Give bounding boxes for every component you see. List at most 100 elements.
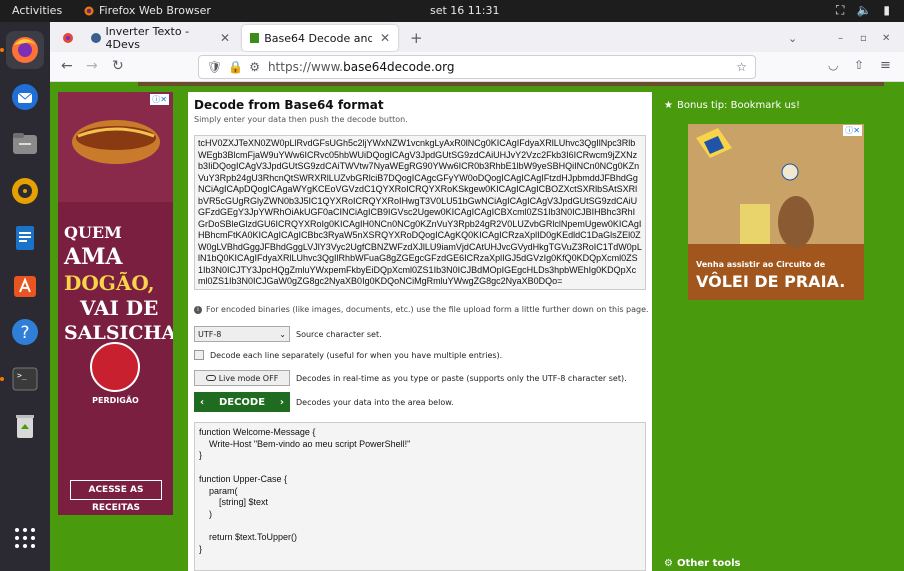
left-ad[interactable]: ⓘ✕ QUEM AMA DOGÃO, VAI DE SALSICHA PERDI…: [58, 92, 173, 515]
trash-icon: [16, 415, 34, 438]
minimize-icon[interactable]: –: [830, 25, 851, 51]
ad-line: VAI DE: [80, 296, 159, 320]
ad-right-line2: VÔLEI DE PRAIA.: [696, 272, 846, 291]
decode-row: ‹ DECODE › Decodes your data into the ar…: [194, 392, 454, 412]
bookmark-star-icon[interactable]: ☆: [736, 60, 747, 74]
charset-value: UTF-8: [198, 329, 222, 339]
perdigao-logo: [90, 342, 140, 392]
extensions-icon[interactable]: ⇧: [854, 58, 864, 72]
binary-note: i For encoded binaries (like images, doc…: [194, 305, 649, 314]
app-name: Firefox Web Browser: [99, 4, 211, 17]
globe-icon: [91, 33, 101, 43]
ad-line: AMA: [64, 244, 123, 270]
dock-help[interactable]: ?: [6, 313, 44, 351]
app-store-icon: [14, 276, 36, 297]
chevron-right-icon: ›: [279, 396, 284, 408]
dock: ? >_: [0, 22, 50, 571]
close-tab-icon[interactable]: ✕: [380, 31, 390, 45]
dock-software[interactable]: [6, 266, 44, 304]
tab-inverter-texto[interactable]: Inverter Texto - 4Devs ✕: [82, 25, 238, 51]
menu-icon[interactable]: ≡: [880, 58, 891, 73]
forward-icon[interactable]: →: [86, 58, 98, 74]
firefox-view-button[interactable]: [54, 25, 82, 51]
reload-icon[interactable]: ↻: [112, 58, 124, 74]
base64-input[interactable]: tcHV0ZXJTeXN0ZW0pLlRvdGFsUGh5c2ljYWxNZW1…: [194, 135, 646, 290]
running-indicator: [0, 377, 4, 381]
maximize-icon[interactable]: ▫: [852, 25, 875, 51]
url-domain: base64decode.org: [343, 60, 455, 74]
ad-brand: PERDIGÃO: [92, 396, 139, 405]
permissions-icon[interactable]: ⚙: [249, 60, 260, 74]
app-menu[interactable]: Firefox Web Browser: [84, 4, 211, 17]
ad-cta-button[interactable]: ACESSE AS RECEITAS: [70, 480, 162, 513]
dock-rhythmbox[interactable]: [6, 172, 44, 210]
tab-base64[interactable]: Base64 Decode and Enco ✕: [242, 25, 398, 51]
charset-select[interactable]: UTF-8 ⌄: [194, 326, 290, 342]
music-icon: [12, 178, 38, 204]
other-tools-label: Other tools: [676, 558, 741, 569]
terminal-icon: >_: [12, 367, 38, 391]
back-icon[interactable]: ←: [61, 58, 73, 74]
live-mode-label: Live mode OFF: [218, 373, 279, 383]
lock-icon[interactable]: 🔒: [228, 60, 243, 74]
chevron-down-icon: ⌄: [279, 329, 286, 339]
ad-line: DOGÃO,: [64, 271, 155, 295]
dock-writer[interactable]: [6, 219, 44, 257]
each-line-checkbox[interactable]: [194, 350, 204, 360]
tab-label: Inverter Texto - 4Devs: [105, 25, 190, 51]
hotdog-image: [72, 120, 160, 164]
svg-text:>_: >_: [17, 371, 27, 380]
ad-right-line1: Venha assistir ao Circuito de: [696, 260, 826, 269]
main-content: Decode from Base64 format Simply enter y…: [188, 92, 652, 571]
charset-label: Source character set.: [296, 329, 382, 339]
dock-trash[interactable]: [6, 407, 44, 445]
clock[interactable]: set 16 11:31: [430, 4, 500, 17]
live-mode-toggle[interactable]: Live mode OFF: [194, 370, 290, 386]
thunderbird-icon: [12, 84, 38, 110]
other-tools-heading[interactable]: ⚙ Other tools: [664, 558, 740, 569]
live-mode-row: Live mode OFF Decodes in real-time as yo…: [194, 370, 627, 386]
star-icon: ★: [664, 100, 673, 111]
firefox-icon: [84, 6, 94, 15]
ad-left-text: QUEM AMA DOGÃO, VAI DE SALSICHA: [64, 220, 173, 346]
url-prefix: https://www.: [267, 60, 344, 74]
firefox-window: Inverter Texto - 4Devs ✕ Base64 Decode a…: [50, 22, 904, 571]
grid-icon: [15, 528, 35, 548]
pocket-icon[interactable]: ◡: [828, 58, 838, 72]
activities-button[interactable]: Activities: [12, 4, 62, 17]
base64-favicon-icon: [250, 33, 260, 43]
svg-text:?: ?: [20, 323, 29, 343]
chevron-left-icon: ‹: [200, 396, 205, 408]
list-all-tabs-icon[interactable]: ⌄: [780, 25, 805, 51]
dock-thunderbird[interactable]: [6, 78, 44, 116]
decode-button[interactable]: ‹ DECODE ›: [194, 392, 290, 412]
decoded-output[interactable]: function Welcome-Message { Write-Host "B…: [194, 422, 646, 571]
each-line-row: Decode each line separately (useful for …: [194, 350, 502, 360]
running-indicator: [0, 48, 4, 52]
info-icon: i: [194, 305, 202, 314]
close-window-icon[interactable]: ✕: [874, 25, 898, 51]
ad-choices-icon[interactable]: ⓘ✕: [150, 94, 169, 105]
shield-icon[interactable]: 🛡: [207, 60, 222, 74]
dock-terminal[interactable]: >_: [0, 360, 44, 398]
web-page: ⓘ✕ QUEM AMA DOGÃO, VAI DE SALSICHA PERDI…: [50, 82, 904, 571]
new-tab-button[interactable]: +: [402, 25, 431, 51]
url-bar[interactable]: 🛡 🔒 ⚙ https://www. base64decode.org ☆: [198, 55, 756, 79]
top-banner-ad[interactable]: [138, 82, 884, 86]
system-top-bar: Activities Firefox Web Browser set 16 11…: [0, 0, 904, 22]
system-tray[interactable]: ⛶ 🔈 ▮: [836, 3, 890, 18]
dock-firefox[interactable]: [0, 31, 44, 69]
document-icon: [16, 226, 34, 250]
tab-strip: Inverter Texto - 4Devs ✕ Base64 Decode a…: [50, 22, 904, 52]
sidebar: ★ Bonus tip: Bookmark us! ⓘ✕ Venha assis…: [660, 92, 896, 571]
right-ad[interactable]: ⓘ✕ Venha assistir ao Circuito de VÔLEI D…: [688, 124, 864, 300]
network-icon: ⛶: [836, 3, 845, 17]
help-icon: ?: [12, 319, 38, 345]
ad-choices-icon[interactable]: ⓘ✕: [843, 125, 862, 136]
page-subtitle: Simply enter your data then push the dec…: [194, 115, 408, 124]
dock-files[interactable]: [6, 125, 44, 163]
live-mode-desc: Decodes in real-time as you type or past…: [296, 373, 627, 383]
show-apps-button[interactable]: [6, 519, 44, 557]
close-tab-icon[interactable]: ✕: [220, 31, 230, 45]
ad-hotdog-image: [58, 92, 173, 202]
